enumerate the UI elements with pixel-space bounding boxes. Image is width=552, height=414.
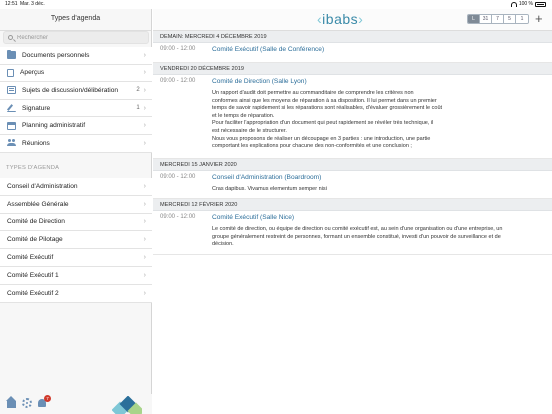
view-button-list[interactable]: L bbox=[468, 15, 480, 23]
agenda-type-item[interactable]: Assemblée Générale › bbox=[0, 195, 152, 214]
battery-icon bbox=[535, 2, 546, 7]
chevron-right-icon: › bbox=[143, 69, 146, 77]
meeting-time: 09:00 - 12:00 bbox=[160, 174, 196, 180]
meeting-item[interactable]: 09:00 - 12:00 Comité Exécutif (Salle de … bbox=[153, 43, 552, 63]
list-icon bbox=[7, 86, 16, 95]
chevron-right-icon: › bbox=[143, 51, 146, 59]
meeting-title[interactable]: Comité de Direction (Salle Lyon) bbox=[212, 78, 307, 85]
chevron-right-icon: › bbox=[143, 254, 146, 262]
chevron-right-icon: › bbox=[143, 122, 146, 130]
agenda-type-list: Conseil d'Administration › Assemblée Gén… bbox=[0, 178, 152, 303]
sidebar-item-label: Documents personnels bbox=[22, 51, 90, 59]
chevron-right-icon: › bbox=[143, 104, 146, 112]
brand-logo-mark bbox=[112, 396, 142, 414]
folder-icon bbox=[7, 50, 16, 60]
agenda-list: DEMAIN: MERCREDI 4 DÉCEMBRE 2019 09:00 -… bbox=[153, 31, 552, 255]
sidebar-item-label: Aperçus bbox=[20, 69, 45, 77]
gear-icon[interactable] bbox=[22, 398, 32, 408]
meeting-item[interactable]: 09:00 - 12:00 Comité de Direction (Salle… bbox=[153, 75, 552, 159]
chevron-right-icon: › bbox=[143, 200, 146, 208]
agenda-type-label: Conseil d'Administration bbox=[7, 182, 78, 190]
view-button-day[interactable]: 1 bbox=[516, 15, 528, 23]
date-header: MERCREDI 12 FÉVRIER 2020 bbox=[153, 199, 552, 211]
agenda-type-item[interactable]: Comité Exécutif 2 › bbox=[0, 284, 152, 303]
main-header: ‹ibabs› L 31 7 5 1 + bbox=[153, 9, 552, 31]
chevron-right-icon: › bbox=[143, 218, 146, 226]
chevron-right-icon: › bbox=[143, 182, 146, 190]
sidebar-item-planning[interactable]: Planning administratif › bbox=[0, 117, 152, 135]
meeting-title[interactable]: Conseil d'Administration (Boardroom) bbox=[212, 174, 321, 181]
item-count-badge: 1 bbox=[136, 105, 140, 112]
date-header: DEMAIN: MERCREDI 4 DÉCEMBRE 2019 bbox=[153, 31, 552, 43]
chevron-right-icon: › bbox=[143, 139, 146, 147]
bottom-toolbar: 7 bbox=[0, 394, 152, 414]
agenda-type-item[interactable]: Conseil d'Administration › bbox=[0, 178, 152, 196]
agenda-type-item[interactable]: Comité Exécutif 1 › bbox=[0, 266, 152, 285]
date-header: VENDREDI 20 DÉCEMBRE 2019 bbox=[153, 63, 552, 75]
wifi-icon bbox=[510, 2, 517, 7]
sidebar-item-label: Signature bbox=[22, 104, 51, 112]
status-date: Mar. 3 déc. bbox=[20, 1, 45, 7]
sidebar-item-reunions[interactable]: Réunions › bbox=[0, 134, 152, 153]
sidebar-item-label: Réunions bbox=[22, 139, 50, 147]
document-icon bbox=[7, 68, 14, 77]
sidebar-item-sujets[interactable]: Sujets de discussion/délibération 2 › bbox=[0, 82, 152, 100]
meeting-description: Le comité de direction, ou équipe de dir… bbox=[212, 226, 503, 248]
sidebar-title: Types d'agenda bbox=[0, 9, 151, 31]
sidebar-item-label: Planning administratif bbox=[22, 122, 86, 130]
sidebar-item-signature[interactable]: Signature 1 › bbox=[0, 99, 152, 118]
battery-percent: 100 % bbox=[518, 1, 533, 7]
agenda-type-item[interactable]: Comité de Direction › bbox=[0, 213, 152, 232]
item-count-badge: 2 bbox=[136, 87, 140, 94]
agenda-type-label: Comité Exécutif 1 bbox=[7, 271, 59, 279]
date-header: MERCREDI 15 JANVIER 2020 bbox=[153, 159, 552, 171]
chevron-right-icon: › bbox=[143, 86, 146, 94]
view-button-workweek[interactable]: 5 bbox=[504, 15, 516, 23]
chevron-right-icon: › bbox=[143, 271, 146, 279]
agenda-types-header: TYPES D'AGENDA bbox=[6, 165, 60, 171]
chevron-right-icon: › bbox=[143, 289, 146, 297]
view-button-week[interactable]: 7 bbox=[492, 15, 504, 23]
meeting-description: Cras dapibus. Vivamus elementum semper n… bbox=[212, 186, 327, 192]
plus-icon[interactable]: + bbox=[535, 12, 543, 26]
brand-logo: ‹ibabs› bbox=[317, 11, 364, 27]
agenda-type-item[interactable]: Comité de Pilotage › bbox=[0, 231, 152, 250]
view-button-month[interactable]: 31 bbox=[480, 15, 492, 23]
search-input[interactable] bbox=[17, 33, 145, 43]
pen-icon bbox=[7, 104, 16, 113]
main-panel: ‹ibabs› L 31 7 5 1 + DEMAIN: MERCREDI 4 … bbox=[153, 9, 552, 414]
agenda-type-label: Comité de Direction bbox=[7, 218, 65, 226]
meeting-title[interactable]: Comité Exécutif (Salle Nice) bbox=[212, 214, 294, 221]
meeting-description: Un rapport d'audit doit permettre au com… bbox=[212, 90, 443, 150]
meeting-title[interactable]: Comité Exécutif (Salle de Conférence) bbox=[212, 46, 324, 53]
sidebar: Types d'agenda Documents personnels › Ap… bbox=[0, 9, 152, 414]
home-icon[interactable] bbox=[6, 396, 16, 408]
meeting-time: 09:00 - 12:00 bbox=[160, 46, 196, 52]
agenda-type-label: Assemblée Générale bbox=[7, 200, 69, 208]
people-icon bbox=[7, 139, 16, 147]
agenda-type-label: Comité Exécutif bbox=[7, 254, 54, 262]
agenda-type-item[interactable]: Comité Exécutif › bbox=[0, 249, 152, 267]
search-icon bbox=[8, 35, 13, 40]
calendar-icon bbox=[7, 121, 16, 130]
agenda-type-label: Comité de Pilotage bbox=[7, 236, 63, 244]
view-switcher: L 31 7 5 1 bbox=[467, 14, 529, 24]
agenda-type-label: Comité Exécutif 2 bbox=[7, 289, 59, 297]
meeting-item[interactable]: 09:00 - 12:00 Conseil d'Administration (… bbox=[153, 171, 552, 199]
sidebar-item-documents-personnels[interactable]: Documents personnels › bbox=[0, 47, 152, 65]
meeting-item[interactable]: 09:00 - 12:00 Comité Exécutif (Salle Nic… bbox=[153, 211, 552, 255]
notification-badge: 7 bbox=[44, 395, 51, 402]
meeting-time: 09:00 - 12:00 bbox=[160, 214, 196, 220]
status-indicators: 100 % bbox=[510, 0, 546, 9]
brand-name: ibabs bbox=[322, 11, 359, 27]
status-time: 12:51 bbox=[5, 1, 18, 7]
search-box[interactable] bbox=[3, 31, 149, 44]
nav-list: Documents personnels › Aperçus › Sujets … bbox=[0, 47, 152, 153]
meeting-time: 09:00 - 12:00 bbox=[160, 78, 196, 84]
sidebar-item-label: Sujets de discussion/délibération bbox=[22, 86, 119, 94]
chevron-right-icon: › bbox=[143, 236, 146, 244]
status-bar: 12:51 Mar. 3 déc. 100 % bbox=[0, 0, 552, 9]
sidebar-item-apercus[interactable]: Aperçus › bbox=[0, 64, 152, 83]
